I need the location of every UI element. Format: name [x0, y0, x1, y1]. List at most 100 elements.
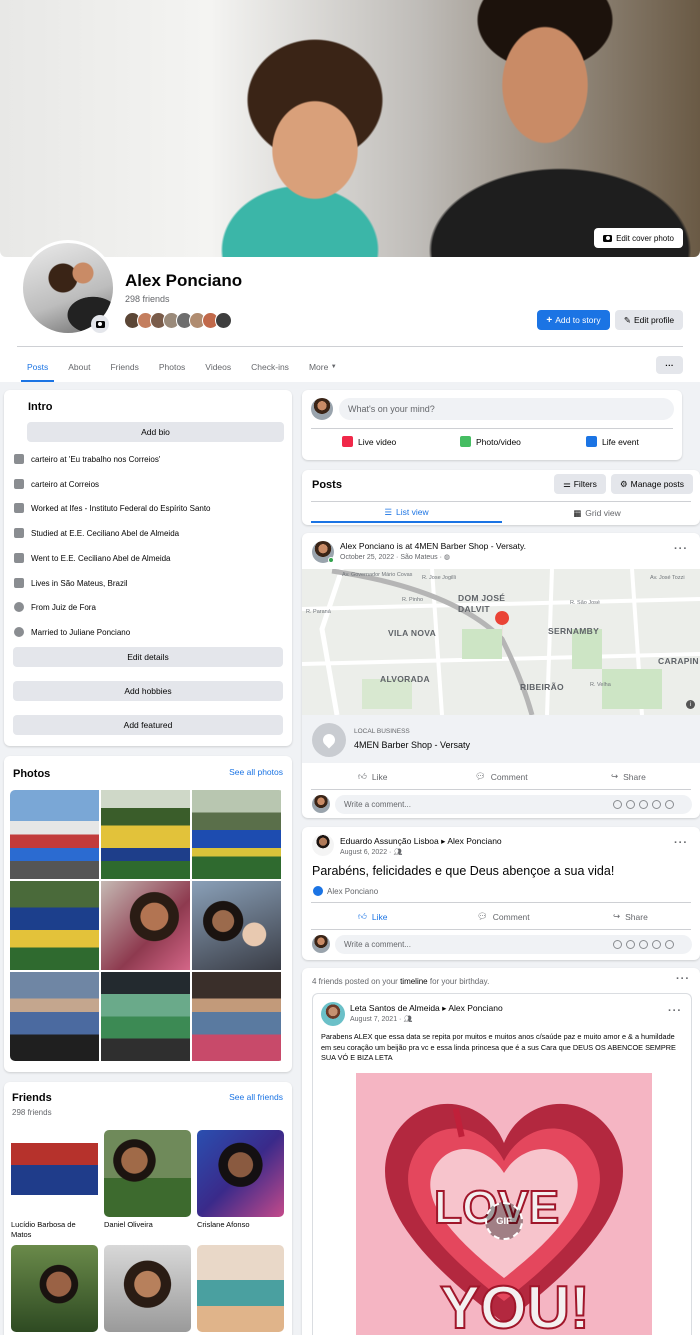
add-featured-button[interactable]: Add featured	[13, 715, 283, 735]
commenter-avatar[interactable]	[312, 795, 330, 813]
photo-thumbnail[interactable]	[101, 790, 190, 879]
add-to-story-button[interactable]: + Add to story	[537, 310, 610, 330]
sticker-icon[interactable]	[665, 800, 674, 809]
friend-photo[interactable]	[11, 1245, 98, 1332]
tab-check-ins[interactable]: Check-ins	[241, 352, 299, 382]
place-name[interactable]: 4MEN Barber Shop - Versaty	[354, 740, 470, 750]
tab-about[interactable]: About	[58, 352, 100, 382]
photo-thumbnail[interactable]	[10, 790, 99, 879]
timeline-link[interactable]: timeline	[400, 977, 428, 986]
post-target-name[interactable]: Alex Ponciano	[447, 836, 501, 846]
photo-thumbnail[interactable]	[192, 972, 281, 1061]
friend-tile[interactable]: Lucídio Barbosa de Matos	[11, 1130, 98, 1240]
friend-tile[interactable]	[104, 1245, 191, 1332]
intro-link[interactable]: Juliane Ponciano	[69, 628, 130, 637]
tab-videos[interactable]: Videos	[195, 352, 241, 382]
post-options-button[interactable]: ···	[676, 973, 690, 985]
tab-photos[interactable]: Photos	[149, 352, 195, 382]
post-options-button[interactable]: ···	[674, 837, 688, 849]
friend-tile[interactable]: Crislane Afonso	[197, 1130, 284, 1230]
life-event-button[interactable]: Life event	[586, 436, 639, 447]
gif-icon[interactable]	[652, 800, 661, 809]
add-hobbies-button[interactable]: Add hobbies	[13, 681, 283, 701]
post-author-name[interactable]: Alex Ponciano	[340, 541, 394, 551]
camera-icon[interactable]	[639, 800, 648, 809]
photo-thumbnail[interactable]	[192, 790, 281, 879]
like-button[interactable]: 👍︎ Like	[358, 911, 387, 922]
reactions-summary[interactable]: Alex Ponciano	[313, 886, 378, 896]
sticker-icon[interactable]	[665, 940, 674, 949]
post-options-button[interactable]: ···	[668, 1005, 682, 1017]
local-business-label: LOCAL BUSINESS	[354, 728, 410, 735]
post-author-name[interactable]: Eduardo Assunção Lisboa	[340, 836, 439, 846]
whats-on-your-mind-input[interactable]: What's on your mind?	[339, 398, 674, 420]
photo-thumbnail[interactable]	[192, 881, 281, 970]
photo-thumbnail[interactable]	[101, 881, 190, 970]
photo-thumbnail[interactable]	[10, 881, 99, 970]
profile-friends-count[interactable]: 298 friends	[125, 294, 170, 304]
see-all-photos-link[interactable]: See all photos	[229, 767, 283, 777]
filters-button[interactable]: ⚌ Filters	[554, 474, 606, 494]
share-button[interactable]: ↪ Share	[613, 911, 648, 922]
friend-photo[interactable]	[197, 1130, 284, 1217]
profile-more-options-button[interactable]: ···	[656, 356, 683, 374]
intro-link[interactable]: Juiz de Fora	[52, 603, 96, 612]
commenter-avatar[interactable]	[312, 935, 330, 953]
local-business-bar[interactable]: LOCAL BUSINESS 4MEN Barber Shop - Versat…	[302, 715, 700, 763]
friend-name[interactable]: Daniel Oliveira	[104, 1220, 191, 1230]
photo-video-button[interactable]: Photo/video	[460, 436, 521, 447]
camera-icon[interactable]	[639, 940, 648, 949]
manage-posts-button[interactable]: ⚙ Manage posts	[611, 474, 693, 494]
camera-icon	[603, 234, 613, 242]
friend-tile[interactable]: Daniel Oliveira	[104, 1130, 191, 1230]
tab-friends[interactable]: Friends	[100, 352, 148, 382]
cover-photo[interactable]	[0, 0, 700, 257]
post-target-name[interactable]: Alex Ponciano	[448, 1003, 502, 1013]
emoji-icon[interactable]	[626, 940, 635, 949]
map-info-icon[interactable]: i	[686, 700, 695, 709]
friend-tile[interactable]	[197, 1245, 284, 1332]
like-button[interactable]: 👍︎ Like	[358, 771, 387, 782]
header-divider	[17, 346, 683, 347]
friend-photo[interactable]	[104, 1245, 191, 1332]
author-avatar[interactable]	[312, 834, 334, 856]
edit-profile-button[interactable]: ✎ Edit profile	[615, 310, 683, 330]
user-avatar[interactable]	[311, 398, 333, 420]
friend-name[interactable]: Lucídio Barbosa de Matos	[11, 1220, 98, 1240]
sticker-icon[interactable]	[613, 940, 622, 949]
emoji-icon[interactable]	[626, 800, 635, 809]
friend-name[interactable]: Crislane Afonso	[197, 1220, 284, 1230]
gif-play-badge[interactable]: GIF	[485, 1202, 523, 1240]
friend-tile[interactable]	[11, 1245, 98, 1332]
tab-posts[interactable]: Posts	[17, 352, 58, 382]
friend-avatar[interactable]	[215, 312, 232, 329]
edit-details-button[interactable]: Edit details	[13, 647, 283, 667]
friend-photo[interactable]	[197, 1245, 284, 1332]
friend-avatars-row[interactable]	[124, 312, 232, 329]
live-video-button[interactable]: Live video	[342, 436, 396, 447]
friend-photo[interactable]	[11, 1130, 98, 1217]
friend-photo[interactable]	[104, 1130, 191, 1217]
tab-more[interactable]: More ▼	[299, 352, 347, 382]
intro-link[interactable]: 'Eu trabalho nos Correios'	[69, 455, 161, 464]
see-all-friends-link[interactable]: See all friends	[229, 1092, 283, 1102]
comment-button[interactable]: 💬︎ Comment	[477, 911, 530, 922]
author-avatar[interactable]	[321, 1002, 345, 1026]
photo-thumbnail[interactable]	[101, 972, 190, 1061]
update-profile-picture-button[interactable]	[91, 315, 109, 333]
edit-cover-photo-button[interactable]: Edit cover photo	[594, 228, 683, 248]
intro-link[interactable]: São Mateus, Brazil	[60, 579, 127, 588]
list-view-tab[interactable]: ☰ List view	[311, 503, 502, 523]
add-bio-button[interactable]: Add bio	[27, 422, 284, 442]
post-options-button[interactable]: ···	[674, 543, 688, 555]
comment-button[interactable]: 💬︎ Comment	[475, 771, 528, 782]
photo-thumbnail[interactable]	[10, 972, 99, 1061]
friends-title: Friends	[12, 1092, 52, 1104]
share-button[interactable]: ↪ Share	[611, 771, 646, 782]
location-map[interactable]: DOM JOSÉ DALVIT VILA NOVA SERNAMBY ALVOR…	[302, 569, 700, 715]
post-author-name[interactable]: Leta Santos de Almeida	[350, 1003, 440, 1013]
sticker-icon[interactable]	[613, 800, 622, 809]
grid-view-tab[interactable]: ▦ Grid view	[502, 503, 692, 523]
gif-icon[interactable]	[652, 940, 661, 949]
intro-link[interactable]: Ifes - Instituto Federal do Espírito San…	[70, 504, 211, 513]
